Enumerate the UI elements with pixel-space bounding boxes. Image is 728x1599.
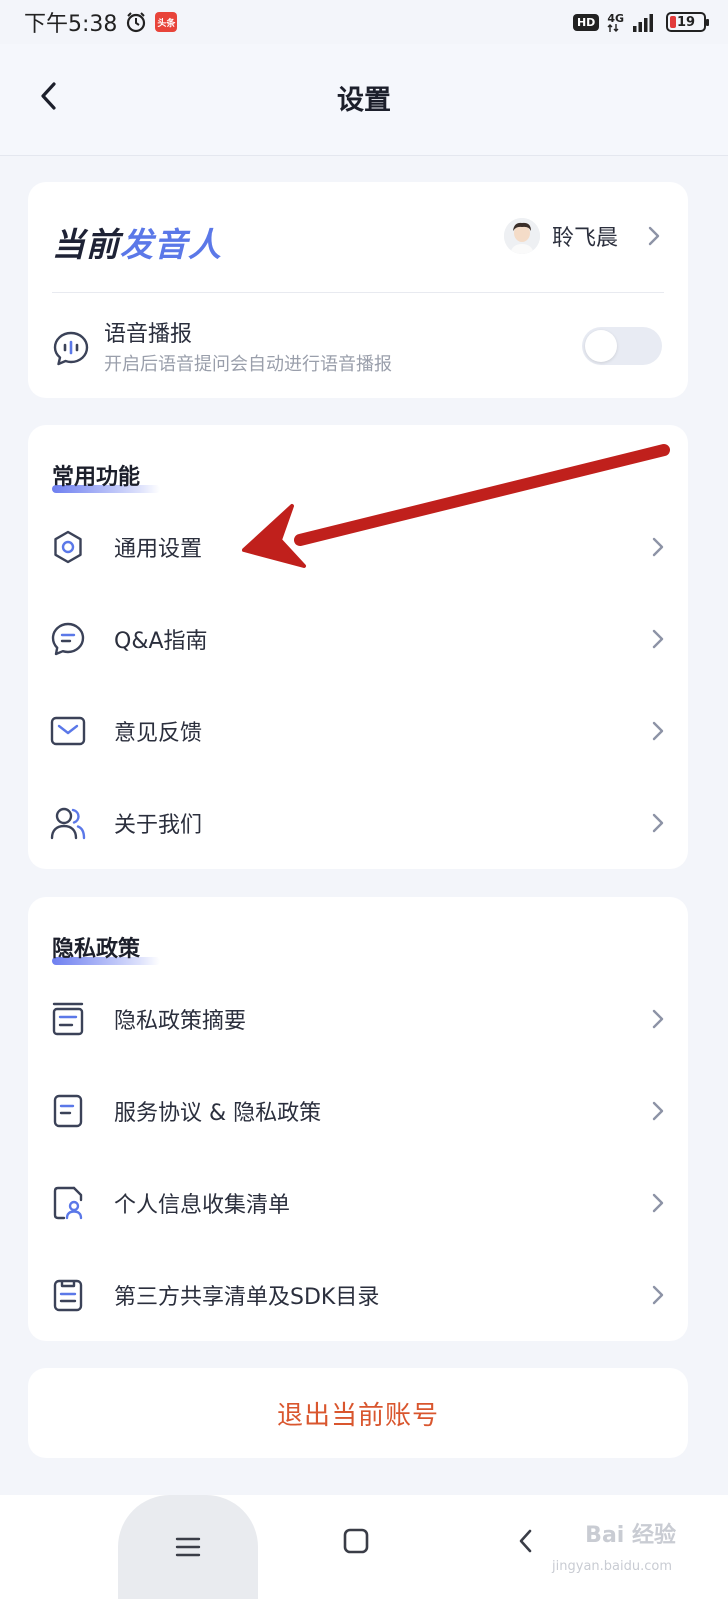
alarm-icon <box>127 12 146 33</box>
speaker-card-title: 当前发音人 <box>52 225 222 264</box>
mail-icon <box>50 716 86 746</box>
menu-icon <box>175 1537 201 1557</box>
personal-info-doc-icon <box>53 1186 83 1220</box>
nav-menu-button[interactable] <box>118 1495 258 1599</box>
row-label: 个人信息收集清单 <box>114 1193 291 1218</box>
watermark-url: jingyan.baidu.com <box>552 1559 672 1574</box>
voice-broadcast-toggle[interactable] <box>582 327 662 365</box>
row-label: 关于我们 <box>114 813 203 838</box>
status-left: 下午5:38 头条 <box>24 6 178 38</box>
voice-broadcast-icon <box>53 331 89 366</box>
chevron-right-icon <box>652 629 664 649</box>
chevron-right-icon <box>648 226 660 246</box>
privacy-row-service-agreement[interactable]: 服务协议 & 隐私政策 <box>28 1065 688 1157</box>
logout-label: 退出当前账号 <box>276 1400 439 1431</box>
home-button[interactable] <box>338 1523 374 1559</box>
section-title: 常用功能 <box>52 459 160 493</box>
row-label: 服务协议 & 隐私政策 <box>114 1101 322 1126</box>
chevron-right-icon <box>652 537 664 557</box>
watermark: Bai 经验 <box>585 1523 676 1548</box>
row-label: 隐私政策摘要 <box>114 1009 247 1034</box>
divider <box>52 292 664 293</box>
signal-icon <box>633 14 653 32</box>
privacy-card: 隐私政策 隐私政策摘要 服务协议 & 隐私政策 个人信息收集清单 第三方共享清单… <box>28 897 688 1341</box>
privacy-row-personal-info[interactable]: 个人信息收集清单 <box>28 1157 688 1249</box>
data-arrows-icon <box>607 23 619 32</box>
chat-bubble-icon <box>51 622 85 656</box>
settings-row-qa[interactable]: Q&A指南 <box>28 593 688 685</box>
speaker-selector[interactable]: 聆飞晨 <box>503 218 662 254</box>
page-header: 设置 <box>0 44 728 156</box>
voice-broadcast-title: 语音播报 <box>104 322 193 347</box>
row-label: Q&A指南 <box>114 629 208 654</box>
network-type: 4G <box>607 11 624 25</box>
settings-row-feedback[interactable]: 意见反馈 <box>28 685 688 777</box>
status-bar: 下午5:38 头条 HD 4G 19 <box>0 0 728 44</box>
row-label: 意见反馈 <box>114 721 203 746</box>
row-label: 第三方共享清单及SDK目录 <box>114 1285 380 1310</box>
privacy-row-summary[interactable]: 隐私政策摘要 <box>28 973 688 1065</box>
chevron-right-icon <box>652 813 664 833</box>
users-icon <box>50 807 86 840</box>
section-title: 隐私政策 <box>52 931 160 965</box>
logout-button[interactable]: 退出当前账号 <box>28 1368 688 1458</box>
hd-badge: HD <box>572 13 600 31</box>
status-time: 下午5:38 <box>24 12 118 37</box>
voice-broadcast-subtitle: 开启后语音提问会自动进行语音播报 <box>104 354 392 375</box>
speaker-card: 当前发音人 聆飞晨 语音播报 开启后语音提问会自动进行语音播报 <box>28 182 688 398</box>
speaker-avatar <box>503 218 540 254</box>
status-right: HD 4G 19 <box>572 11 709 32</box>
chevron-right-icon <box>652 721 664 741</box>
document-icon <box>53 1094 83 1128</box>
speaker-name: 聆飞晨 <box>551 226 618 251</box>
privacy-row-third-party[interactable]: 第三方共享清单及SDK目录 <box>28 1249 688 1341</box>
clipboard-list-icon <box>53 1279 83 1312</box>
page-title: 设置 <box>337 85 391 116</box>
battery-indicator: 19 <box>666 12 709 32</box>
chevron-right-icon <box>652 1101 664 1121</box>
system-nav-bar: Bai 经验 jingyan.baidu.com <box>0 1495 728 1599</box>
gear-icon <box>54 530 82 564</box>
toggle-knob <box>585 330 617 362</box>
chevron-right-icon <box>652 1285 664 1305</box>
chevron-right-icon <box>652 1193 664 1213</box>
settings-row-about[interactable]: 关于我们 <box>28 777 688 869</box>
common-functions-card: 常用功能 通用设置 Q&A指南 意见反馈 关于我们 <box>28 425 688 869</box>
summary-doc-icon <box>52 1002 84 1036</box>
settings-row-general[interactable]: 通用设置 <box>28 501 688 593</box>
nav-back-button[interactable] <box>512 1521 540 1561</box>
news-app-icon: 头条 <box>155 12 178 32</box>
chevron-right-icon <box>652 1009 664 1029</box>
row-label: 通用设置 <box>114 537 203 562</box>
